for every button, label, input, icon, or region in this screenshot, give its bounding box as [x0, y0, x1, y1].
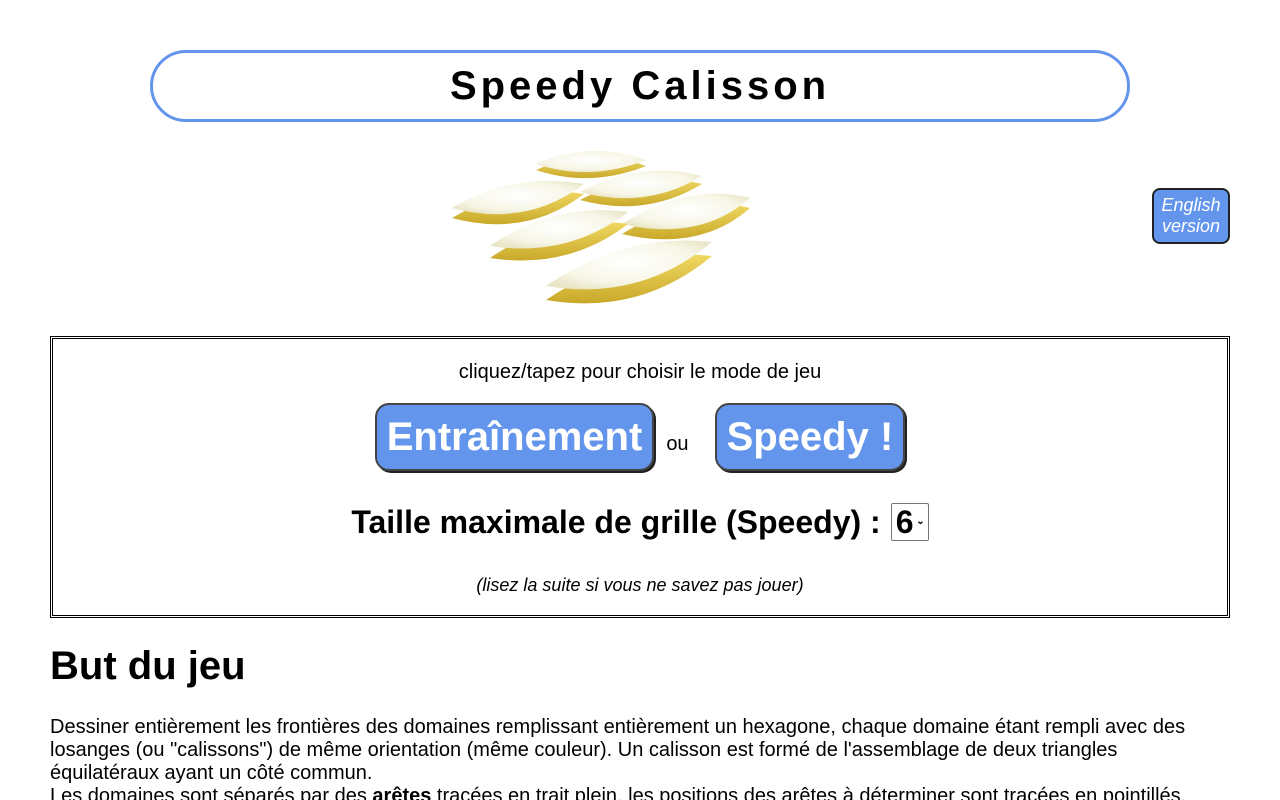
- mode-hint: cliquez/tapez pour choisir le mode de je…: [458, 361, 822, 383]
- rules-keyword-edges: arêtes: [372, 785, 432, 800]
- chevron-down-icon: ⌄: [916, 516, 925, 527]
- grid-size-label: Taille maximale de grille (Speedy) :: [351, 503, 881, 540]
- mode-buttons: Entraînement ou Speedy !: [53, 403, 1227, 471]
- rules-paragraph-2-start: Les domaines sont séparés par des: [50, 785, 373, 800]
- rules-paragraph-2-end: tracées en trait plein, les positions de…: [431, 785, 1187, 800]
- grid-size-select[interactable]: 6 ⌄: [890, 503, 929, 541]
- training-mode-button[interactable]: Entraînement: [374, 403, 655, 471]
- grid-size-value: 6: [895, 503, 914, 540]
- page-title: Speedy Calisson: [449, 63, 831, 108]
- grid-size-row: Taille maximale de grille (Speedy) : 6 ⌄: [53, 503, 1227, 541]
- rules-text: Dessiner entièrement les frontières des …: [50, 716, 1210, 800]
- speedy-mode-button[interactable]: Speedy !: [714, 403, 906, 471]
- rules-heading: But du jeu: [50, 644, 246, 688]
- rules-paragraph-1: Dessiner entièrement les frontières des …: [50, 716, 1186, 784]
- page: Speedy Calisson English version cliquez/…: [0, 0, 1280, 800]
- or-label: ou: [666, 432, 689, 455]
- calissons-image: [452, 150, 750, 304]
- english-version-button[interactable]: English version: [1152, 188, 1230, 244]
- read-more-note: (lisez la suite si vous ne savez pas jou…: [476, 575, 804, 595]
- english-version-label: English version: [1161, 195, 1221, 236]
- title-banner: Speedy Calisson: [150, 50, 1130, 122]
- game-mode-panel: cliquez/tapez pour choisir le mode de je…: [50, 336, 1230, 618]
